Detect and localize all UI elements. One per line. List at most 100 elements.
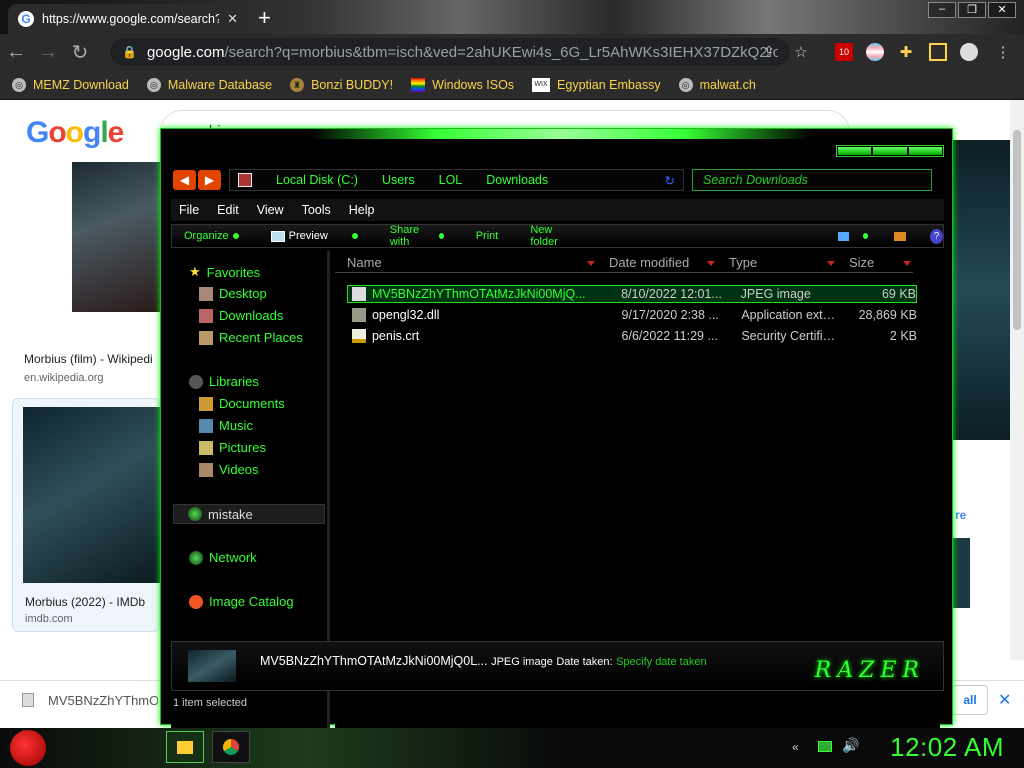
- maximize-button[interactable]: ❐: [958, 2, 986, 18]
- help-icon[interactable]: ?: [929, 228, 943, 244]
- scroll-thumb[interactable]: [1013, 130, 1021, 330]
- file-row[interactable]: opengl32.dll 9/17/2020 2:38 ... Applicat…: [347, 306, 917, 324]
- drive-icon: [238, 173, 252, 187]
- crumb-lol[interactable]: LOL: [439, 173, 463, 187]
- explorer-back-button[interactable]: ◀: [173, 170, 196, 190]
- menu-help[interactable]: Help: [349, 203, 375, 217]
- refresh-icon[interactable]: ↻: [665, 173, 675, 188]
- file-row[interactable]: MV5BNzZhYThmOTAtMzJkNi00MjQ... 8/10/2022…: [347, 285, 917, 303]
- dll-file-icon: [352, 308, 366, 322]
- close-window-button[interactable]: ✕: [988, 2, 1016, 18]
- nav-pictures[interactable]: Pictures: [199, 440, 266, 455]
- nav-music[interactable]: Music: [199, 418, 253, 433]
- bookmark-memz[interactable]: ◎ MEMZ Download: [12, 77, 129, 92]
- menu-tools[interactable]: Tools: [302, 203, 331, 217]
- extension-ublock-icon[interactable]: 10: [835, 43, 853, 61]
- bookmark-malware-database[interactable]: ◎ Malware Database: [146, 77, 272, 92]
- nav-image-catalog[interactable]: Image Catalog: [189, 594, 294, 609]
- bookmark-egyptian-embassy[interactable]: WIX Egyptian Embassy: [532, 77, 661, 92]
- sort-arrow-icon[interactable]: [827, 261, 835, 266]
- bookmark-windows-isos[interactable]: Windows ISOs: [411, 77, 514, 92]
- minimize-button[interactable]: –: [928, 2, 956, 18]
- file-type: Security Certific...: [741, 329, 840, 343]
- reload-icon[interactable]: ↻: [64, 40, 96, 65]
- taskbar-chrome-button[interactable]: [212, 731, 250, 763]
- menu-file[interactable]: File: [179, 203, 199, 217]
- result-caption[interactable]: Morbius (2022) - IMDb: [25, 595, 145, 609]
- menu-view[interactable]: View: [257, 203, 284, 217]
- preview-pane-icon[interactable]: [893, 231, 906, 241]
- breadcrumb[interactable]: Local Disk (C:) Users LOL Downloads ↻: [229, 169, 684, 191]
- explorer-maximize-button[interactable]: [873, 147, 907, 155]
- print-button[interactable]: Print: [476, 230, 499, 242]
- view-dropdown-dot-icon[interactable]: [862, 233, 868, 239]
- new-tab-button[interactable]: +: [258, 5, 271, 31]
- download-item-name[interactable]: MV5BNzZhYThmO...: [48, 693, 158, 708]
- nav-videos[interactable]: Videos: [199, 462, 259, 477]
- explorer-close-button[interactable]: [908, 147, 942, 155]
- page-scrollbar[interactable]: [1010, 100, 1024, 660]
- browser-tab[interactable]: G https://www.google.com/search? ✕: [8, 4, 248, 34]
- homegroup-icon: [188, 507, 202, 521]
- tray-battery-icon[interactable]: [818, 741, 832, 752]
- details-date-value[interactable]: Specify date taken: [616, 656, 707, 668]
- view-options-icon[interactable]: [838, 231, 849, 241]
- network-icon: [189, 550, 203, 565]
- file-row[interactable]: penis.crt 6/6/2022 11:29 ... Security Ce…: [347, 327, 917, 345]
- new-folder-button[interactable]: New folder: [530, 224, 576, 248]
- bookmark-bonzi-buddy[interactable]: ♜ Bonzi BUDDY!: [290, 77, 393, 92]
- tray-volume-icon[interactable]: 🔊: [842, 737, 859, 754]
- column-type[interactable]: Type: [717, 253, 837, 273]
- explorer-forward-button[interactable]: ▶: [198, 170, 221, 190]
- sidebar-toggle-icon[interactable]: [929, 43, 947, 61]
- menu-edit[interactable]: Edit: [217, 203, 239, 217]
- crumb-users[interactable]: Users: [382, 173, 415, 187]
- nav-label: Libraries: [209, 374, 259, 389]
- crumb-local-disk[interactable]: Local Disk (C:): [276, 173, 358, 187]
- menu-kebab-icon[interactable]: ⋮: [994, 43, 1012, 61]
- nav-recent-places[interactable]: Recent Places: [199, 330, 303, 345]
- tab-close-icon[interactable]: ✕: [227, 11, 238, 27]
- organize-button[interactable]: Organize: [184, 230, 239, 242]
- nav-desktop[interactable]: Desktop: [199, 286, 267, 301]
- tray-chevron-icon[interactable]: «: [792, 740, 799, 754]
- nav-mistake[interactable]: mistake: [173, 504, 325, 524]
- explorer-minimize-button[interactable]: [838, 147, 872, 155]
- profile-avatar-icon[interactable]: [960, 43, 978, 61]
- extension-flag-icon[interactable]: [866, 43, 884, 61]
- sort-arrow-icon[interactable]: [707, 261, 715, 266]
- column-date-modified[interactable]: Date modified: [597, 253, 717, 273]
- recent-places-icon: [199, 330, 213, 345]
- clock[interactable]: 12:02 AM: [890, 732, 1004, 763]
- crumb-downloads[interactable]: Downloads: [486, 173, 548, 187]
- sort-arrow-icon[interactable]: [903, 261, 911, 266]
- right-panel-thumbnail: [953, 140, 1010, 440]
- image-result-card-selected[interactable]: Morbius (2022) - IMDb imdb.com: [12, 398, 161, 632]
- taskbar-explorer-button[interactable]: [166, 731, 204, 763]
- result-caption[interactable]: Morbius (film) - Wikipedi: [24, 352, 153, 366]
- explorer-search-input[interactable]: Search Downloads: [692, 169, 932, 191]
- file-size: 2 KB: [889, 329, 917, 343]
- show-all-button[interactable]: all: [952, 685, 988, 715]
- nav-favorites[interactable]: ★ Favorites: [189, 264, 260, 280]
- column-name[interactable]: Name: [335, 253, 597, 273]
- preview-button[interactable]: Preview: [270, 230, 358, 242]
- start-button-angry-bird-icon[interactable]: [10, 730, 46, 766]
- nav-network[interactable]: Network: [189, 550, 257, 565]
- google-logo[interactable]: Google: [26, 116, 124, 150]
- column-size[interactable]: Size: [837, 253, 913, 273]
- right-more-link[interactable]: re: [955, 508, 966, 522]
- extensions-puzzle-icon[interactable]: ✚: [897, 43, 915, 61]
- forward-icon[interactable]: →: [32, 41, 64, 64]
- sort-arrow-icon[interactable]: [587, 261, 595, 266]
- back-icon[interactable]: ←: [0, 41, 32, 64]
- bookmark-malwatch[interactable]: ◎ malwat.ch: [678, 77, 756, 92]
- bookmark-star-icon[interactable]: ☆: [792, 43, 810, 61]
- close-download-bar-icon[interactable]: ✕: [998, 690, 1011, 710]
- share-with-button[interactable]: Share with: [390, 224, 444, 248]
- nav-libraries[interactable]: Libraries: [189, 374, 259, 389]
- nav-documents[interactable]: Documents: [199, 396, 285, 411]
- address-bar[interactable]: 🔒 google.com/search?q=morbius&tbm=isch&v…: [110, 38, 790, 66]
- nav-downloads[interactable]: Downloads: [199, 308, 283, 323]
- share-icon[interactable]: ⇪: [760, 43, 778, 61]
